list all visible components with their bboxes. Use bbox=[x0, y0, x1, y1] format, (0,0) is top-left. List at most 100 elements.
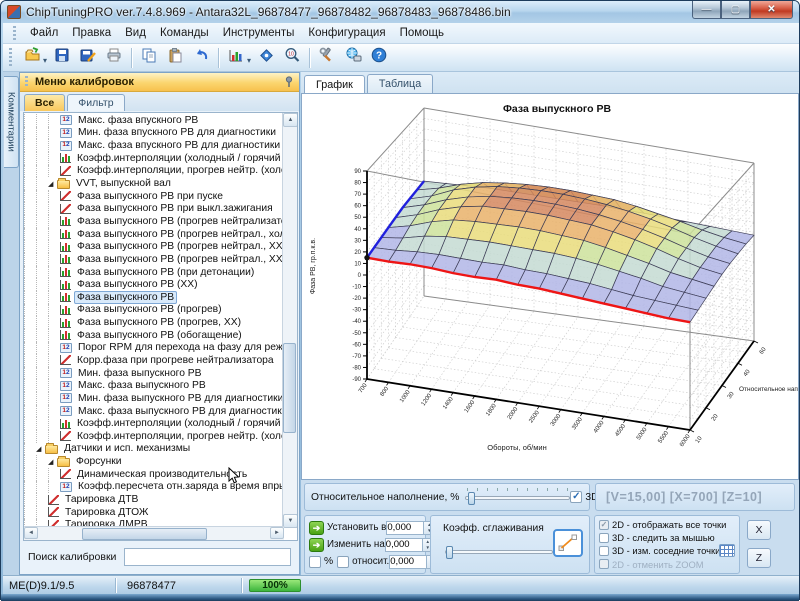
option-checkbox-2[interactable] bbox=[599, 546, 609, 556]
tree-item[interactable]: Фаза выпускного РВ (ХХ) bbox=[24, 278, 282, 291]
tree-folder[interactable]: ◢VVT, выпускной вал bbox=[24, 177, 282, 190]
workspace-tab-0[interactable]: График bbox=[304, 75, 365, 94]
zoom-rpm-button[interactable]: 10 bbox=[279, 46, 305, 70]
surface-chart[interactable]: -90-80-70-60-50-40-30-20-100102030405060… bbox=[302, 94, 798, 479]
tree-item[interactable]: Фаза выпускного РВ (при детонации) bbox=[24, 266, 282, 279]
web-update-button[interactable] bbox=[340, 46, 366, 70]
set-value-input[interactable] bbox=[386, 521, 424, 535]
3d-checkbox[interactable] bbox=[570, 491, 582, 503]
x-axis-button[interactable]: X bbox=[747, 520, 771, 540]
menu-item-5[interactable]: Конфигурация bbox=[301, 25, 392, 41]
tree-vertical-scrollbar[interactable]: ▲ ▼ bbox=[282, 113, 297, 528]
open-button[interactable] bbox=[19, 46, 45, 70]
menu-item-0[interactable]: Файл bbox=[23, 25, 65, 41]
chart-button[interactable] bbox=[223, 46, 249, 70]
chart-dropdown-icon[interactable]: ▾ bbox=[247, 56, 251, 65]
tree-item[interactable]: Тарировка ДТВ bbox=[24, 493, 282, 506]
option-checkbox-1[interactable] bbox=[599, 533, 609, 543]
menu-item-1[interactable]: Правка bbox=[65, 25, 118, 41]
tree-item[interactable]: Фаза выпускного РВ (обогащение) bbox=[24, 329, 282, 342]
expander-icon[interactable]: ◢ bbox=[36, 445, 45, 453]
smoothing-slider[interactable] bbox=[445, 542, 553, 560]
tree-hscroll-thumb[interactable] bbox=[82, 528, 207, 540]
tree-item[interactable]: Динамическая производительность bbox=[24, 468, 282, 481]
tree-item[interactable]: Фаза выпускного РВ (прогрев нейтрализато… bbox=[24, 215, 282, 228]
maximize-button[interactable]: ▢ bbox=[721, 1, 750, 19]
tree-item[interactable]: 12Макс. фаза выпускного РВ для диагности… bbox=[24, 405, 282, 418]
tree-item[interactable]: Коэфф.интерполяции, прогрев нейтр. (холо… bbox=[24, 430, 282, 443]
tree-item[interactable]: Фаза выпускного РВ bbox=[24, 291, 282, 304]
tree-folder[interactable]: ◢Форсунки bbox=[24, 455, 282, 468]
menu-item-6[interactable]: Помощь bbox=[393, 25, 451, 41]
tree-item[interactable]: Фаза выпускного РВ при пуске bbox=[24, 190, 282, 203]
relative-checkbox[interactable] bbox=[337, 556, 349, 568]
load-slider-thumb[interactable] bbox=[468, 492, 475, 505]
relative-value-input[interactable] bbox=[389, 555, 427, 569]
load-slider-track[interactable] bbox=[465, 496, 570, 500]
tree-item[interactable]: Фаза выпускного РВ (прогрев нейтрал., ХХ… bbox=[24, 240, 282, 253]
save-button[interactable] bbox=[49, 46, 75, 70]
menu-item-4[interactable]: Инструменты bbox=[216, 25, 302, 41]
scroll-down-icon[interactable]: ▼ bbox=[283, 514, 298, 528]
svg-text:30: 30 bbox=[354, 238, 361, 244]
svg-text:-90: -90 bbox=[352, 377, 361, 383]
load-slider[interactable] bbox=[465, 488, 570, 506]
tree-item[interactable]: 12Макс. фаза выпускного РВ bbox=[24, 379, 282, 392]
tree-item[interactable]: 12Макс. фаза впускного РВ bbox=[24, 114, 282, 127]
menu-item-2[interactable]: Вид bbox=[118, 25, 153, 41]
option-checkbox-0[interactable] bbox=[599, 520, 609, 530]
calibration-tab-0[interactable]: Все bbox=[24, 94, 65, 111]
tree-item[interactable]: Коэфф.интерполяции (холодный / горячий ) bbox=[24, 152, 282, 165]
comments-tab[interactable]: Комментарии bbox=[4, 76, 19, 168]
menu-item-3[interactable]: Команды bbox=[153, 25, 216, 41]
set-apply-button[interactable]: ➔ bbox=[309, 521, 324, 535]
tools-button[interactable] bbox=[314, 46, 340, 70]
change-value-input[interactable] bbox=[385, 538, 423, 552]
tree-item[interactable]: 12Порог RPM для перехода на фазу для реж… bbox=[24, 342, 282, 355]
tree-item[interactable]: 12Коэфф.пересчета отн.заряда в время впр… bbox=[24, 481, 282, 494]
tree-item[interactable]: Тарировка ДТОЖ bbox=[24, 506, 282, 519]
search-input[interactable] bbox=[124, 548, 291, 566]
smoothing-apply-button[interactable] bbox=[553, 529, 583, 557]
pin-icon[interactable] bbox=[284, 76, 294, 88]
z-axis-button[interactable]: Z bbox=[747, 548, 771, 568]
copy-button[interactable] bbox=[136, 46, 162, 70]
save-as-button[interactable] bbox=[75, 46, 101, 70]
workspace-tab-1[interactable]: Таблица bbox=[367, 74, 433, 93]
smoothing-slider-thumb[interactable] bbox=[446, 546, 453, 559]
help-button[interactable]: ? bbox=[366, 46, 392, 70]
tree-item[interactable]: 12Макс. фаза впускного РВ для диагностик… bbox=[24, 139, 282, 152]
tree-item[interactable]: Коэфф.интерполяции (холодный / горячий ) bbox=[24, 417, 282, 430]
paste-button[interactable] bbox=[162, 46, 188, 70]
svg-text:1000: 1000 bbox=[399, 389, 412, 404]
tree-item[interactable]: 12Мин. фаза выпускного РВ bbox=[24, 367, 282, 380]
tree-horizontal-scrollbar[interactable]: ◄ ► bbox=[24, 526, 284, 540]
tree-item[interactable]: Фаза выпускного РВ (прогрев нейтрал., ХХ… bbox=[24, 253, 282, 266]
neighbor-grid-icon[interactable] bbox=[719, 544, 735, 557]
undo-button[interactable] bbox=[188, 46, 214, 70]
scroll-left-icon[interactable]: ◄ bbox=[24, 527, 38, 539]
tree-item[interactable]: 12Мин. фаза впускного РВ для диагностики bbox=[24, 127, 282, 140]
tree-vscroll-thumb[interactable] bbox=[283, 343, 296, 433]
smoothing-slider-track[interactable] bbox=[445, 550, 553, 554]
expander-icon[interactable]: ◢ bbox=[48, 458, 57, 466]
scroll-up-icon[interactable]: ▲ bbox=[283, 113, 298, 127]
info-diamond-button[interactable] bbox=[253, 46, 279, 70]
tree-item[interactable]: Корр.фаза при прогреве нейтрализатора bbox=[24, 354, 282, 367]
tree-folder[interactable]: ◢Датчики и исп. механизмы bbox=[24, 443, 282, 456]
tree-item[interactable]: Фаза выпускного РВ при выкл.зажигания bbox=[24, 202, 282, 215]
minimize-button[interactable]: — bbox=[692, 1, 721, 19]
expander-icon[interactable]: ◢ bbox=[48, 180, 57, 188]
tree-item[interactable]: Фаза выпускного РВ (прогрев нейтрал., хо… bbox=[24, 228, 282, 241]
change-apply-button[interactable]: ➔ bbox=[309, 538, 324, 552]
percent-checkbox[interactable] bbox=[309, 556, 321, 568]
tree-item[interactable]: Фаза выпускного РВ (прогрев, ХХ) bbox=[24, 316, 282, 329]
tree-item[interactable]: Фаза выпускного РВ (прогрев) bbox=[24, 304, 282, 317]
print-button[interactable] bbox=[101, 46, 127, 70]
close-button[interactable]: ✕ bbox=[750, 1, 793, 19]
tree-item[interactable]: Коэфф.интерполяции, прогрев нейтр. (холо… bbox=[24, 165, 282, 178]
calibration-tab-1[interactable]: Фильтр bbox=[67, 94, 124, 111]
scroll-right-icon[interactable]: ► bbox=[270, 527, 284, 539]
open-dropdown-icon[interactable]: ▾ bbox=[43, 56, 47, 65]
tree-item[interactable]: 12Мин. фаза выпускного РВ для диагностик… bbox=[24, 392, 282, 405]
